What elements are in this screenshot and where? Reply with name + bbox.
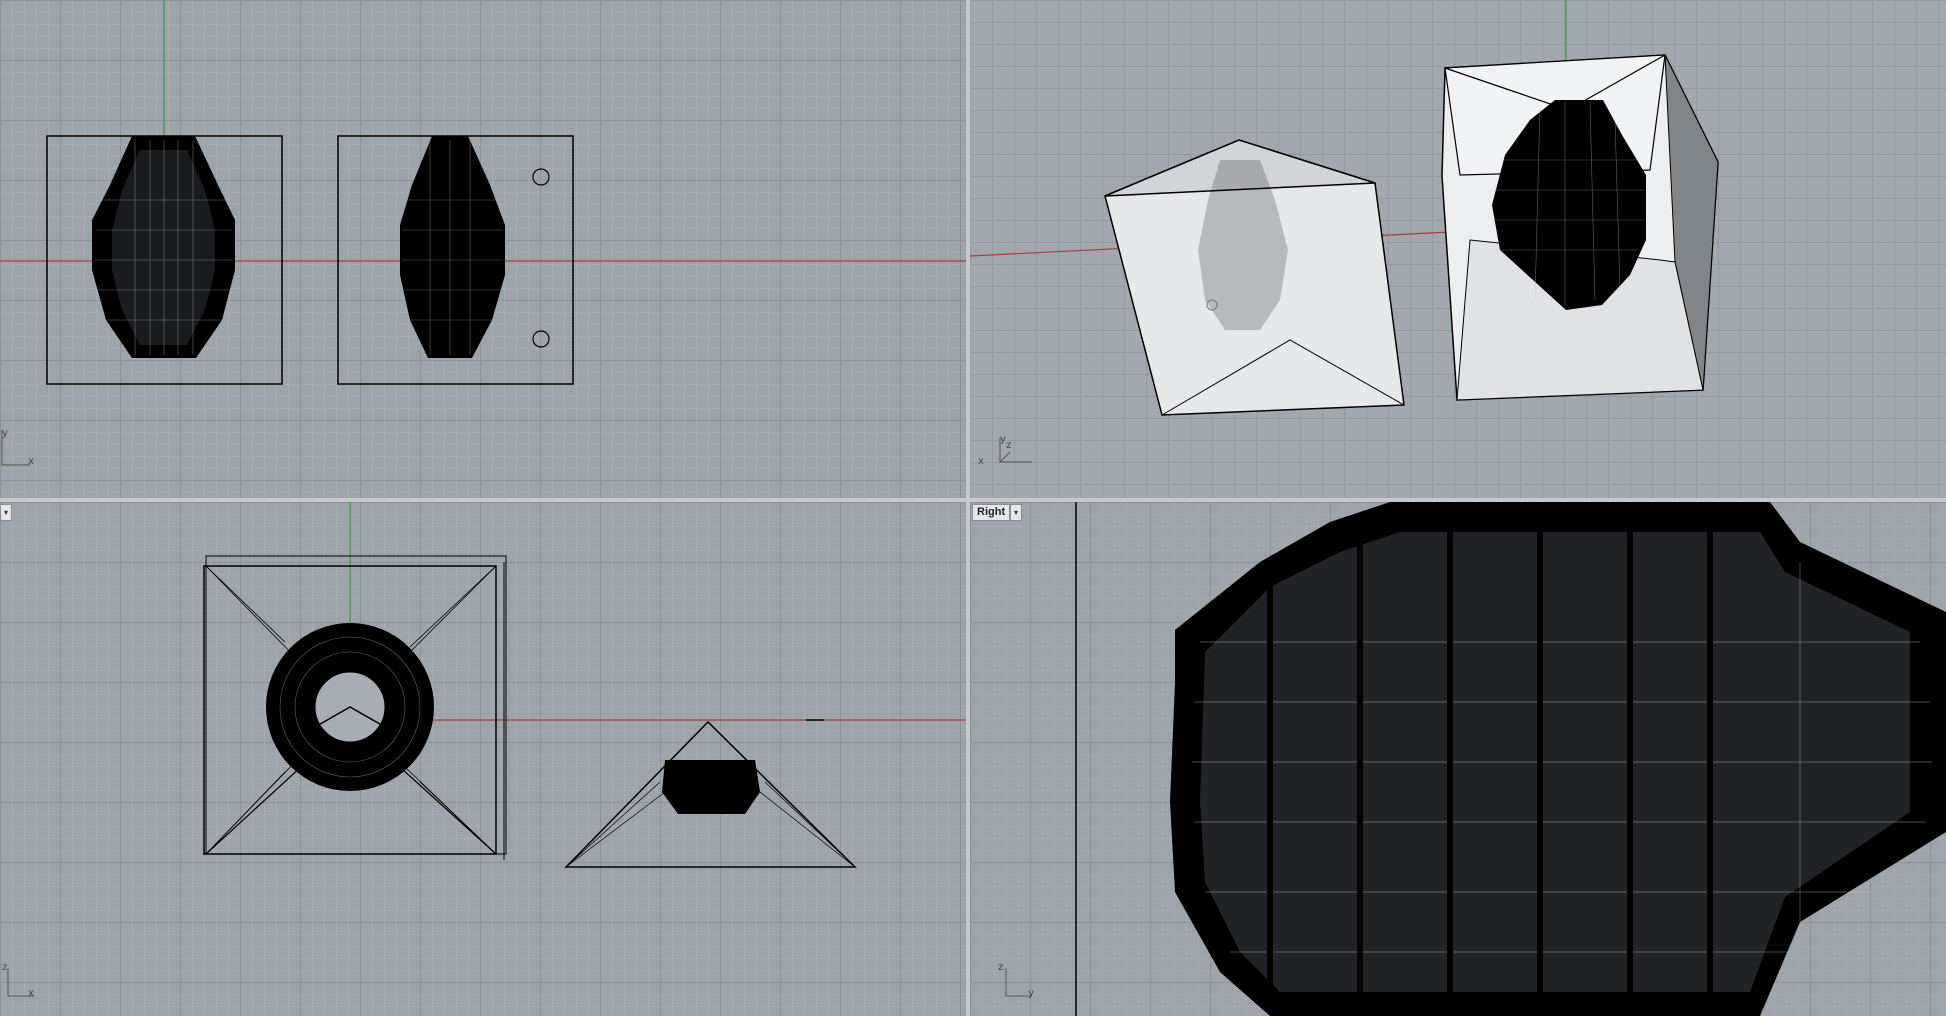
viewport-right[interactable]: Right ▾ z y bbox=[970, 502, 1946, 1016]
axis-label-z: z bbox=[2, 962, 8, 973]
pin-hole-top bbox=[532, 168, 550, 186]
pin-hole-bottom bbox=[532, 330, 550, 348]
viewport-perspective[interactable]: z y x bbox=[970, 0, 1946, 498]
grenade-wire-closeup bbox=[1170, 502, 1946, 1016]
right-view-canvas bbox=[1005, 502, 1946, 1016]
viewport-front[interactable]: ▾ z x bbox=[0, 502, 966, 1016]
axis-label-z: z bbox=[998, 962, 1004, 973]
viewport-top[interactable]: y x bbox=[0, 0, 966, 498]
axis-label-z: z bbox=[1006, 440, 1012, 451]
grenade-wire-left bbox=[92, 136, 235, 358]
axis-label-x: x bbox=[978, 456, 984, 467]
axis-label-y: y bbox=[1000, 434, 1006, 445]
front-view-canvas bbox=[7, 502, 966, 997]
axis-label-x: x bbox=[28, 988, 34, 999]
mold-half-front bbox=[564, 720, 857, 868]
grenade-wire-right bbox=[400, 136, 505, 358]
axis-label-y: y bbox=[2, 428, 8, 439]
perspective-view-canvas bbox=[970, 0, 1719, 463]
axis-label-y: y bbox=[1028, 988, 1034, 999]
grenade-ring-front bbox=[266, 623, 434, 791]
mold-box-left bbox=[1104, 139, 1405, 416]
top-view-canvas bbox=[0, 0, 966, 466]
axis-label-x: x bbox=[28, 456, 34, 467]
